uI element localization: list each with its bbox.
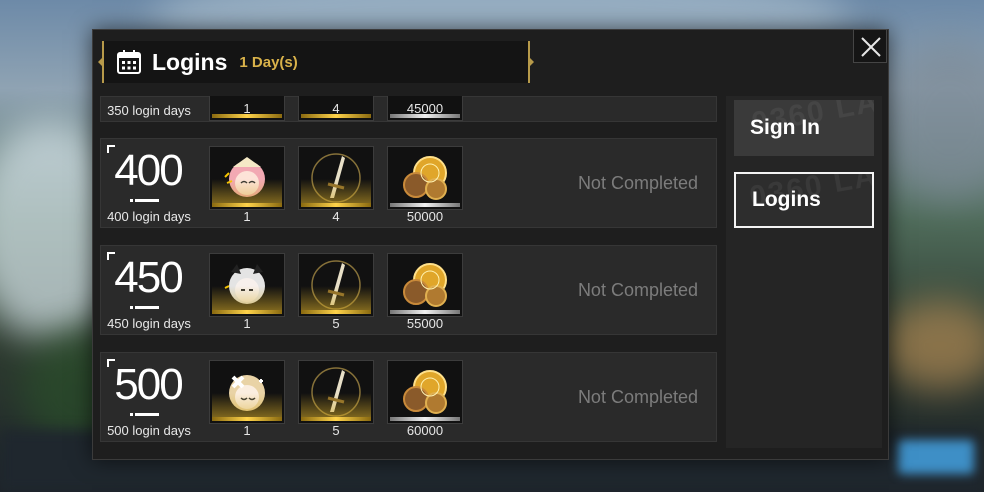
reward-slot[interactable] (387, 146, 463, 210)
tab-label: Sign In (750, 116, 820, 139)
panel-header: Logins 1 Day(s) (98, 41, 534, 83)
reward-slot[interactable] (298, 146, 374, 210)
reward-slot[interactable] (298, 360, 374, 424)
status-label: Not Completed (577, 387, 698, 407)
rewards-list[interactable]: 350 login days 1 4 45000 400 400 login d… (100, 96, 717, 448)
reward-slot[interactable] (387, 253, 463, 317)
reward-row: 500 500 login days 1 5 60000 Not Complet… (100, 352, 717, 442)
milestone-badge: 400 (107, 145, 187, 205)
reward-quantity: 5 (332, 423, 340, 438)
tab-label: Logins (752, 188, 821, 211)
reward-slot[interactable] (209, 253, 285, 317)
milestone-number: 450 (114, 253, 183, 302)
milestone-badge: 500 (107, 359, 187, 419)
status-label: Not Completed (577, 173, 698, 193)
close-icon (861, 37, 881, 57)
reward-quantity: 4 (332, 101, 340, 116)
milestone-label: 350 login days (107, 103, 191, 118)
reward-slot[interactable] (209, 146, 285, 210)
reward-quantity: 1 (243, 101, 251, 116)
gold-coins-icon (403, 263, 447, 307)
reward-quantity: 60000 (406, 423, 444, 438)
milestone-label: 500 login days (107, 423, 191, 438)
panel-title: Logins (152, 48, 228, 75)
reward-slot[interactable] (387, 360, 463, 424)
reward-quantity: 55000 (406, 316, 444, 331)
days-counter: 1 Day(s) (239, 53, 298, 71)
milestone-badge: 450 (107, 252, 187, 312)
reward-quantity: 45000 (406, 101, 444, 116)
milestone-label: 400 login days (107, 209, 191, 224)
reward-quantity: 1 (243, 209, 251, 224)
reward-row: 350 login days 1 4 45000 (100, 96, 717, 122)
status-label: Not Completed (577, 280, 698, 300)
background-blur (880, 300, 984, 390)
tab-sign-in[interactable]: 0360 LA Sign In (734, 100, 874, 156)
tab-logins[interactable]: 0360 LA Logins (734, 172, 874, 228)
milestone-number: 500 (114, 360, 183, 409)
reward-quantity: 1 (243, 423, 251, 438)
reward-quantity: 5 (332, 316, 340, 331)
reward-slot[interactable] (209, 360, 285, 424)
milestone-label: 450 login days (107, 316, 191, 331)
reward-quantity: 1 (243, 316, 251, 331)
reward-quantity: 4 (332, 209, 340, 224)
gold-coins-icon (403, 156, 447, 200)
close-button[interactable] (853, 29, 887, 63)
background-button (898, 440, 974, 474)
reward-row: 450 450 login days 1 5 55000 Not Complet… (100, 245, 717, 335)
reward-slot[interactable] (298, 253, 374, 317)
reward-quantity: 50000 (406, 209, 444, 224)
background-blur (880, 40, 984, 200)
reward-row: 400 400 login days 1 4 50000 Not Complet… (100, 138, 717, 228)
calendar-icon (117, 50, 141, 74)
side-tabs: 0360 LA Sign In 0360 LA Logins (726, 96, 882, 448)
milestone-number: 400 (114, 146, 183, 195)
gold-coins-icon (403, 370, 447, 414)
